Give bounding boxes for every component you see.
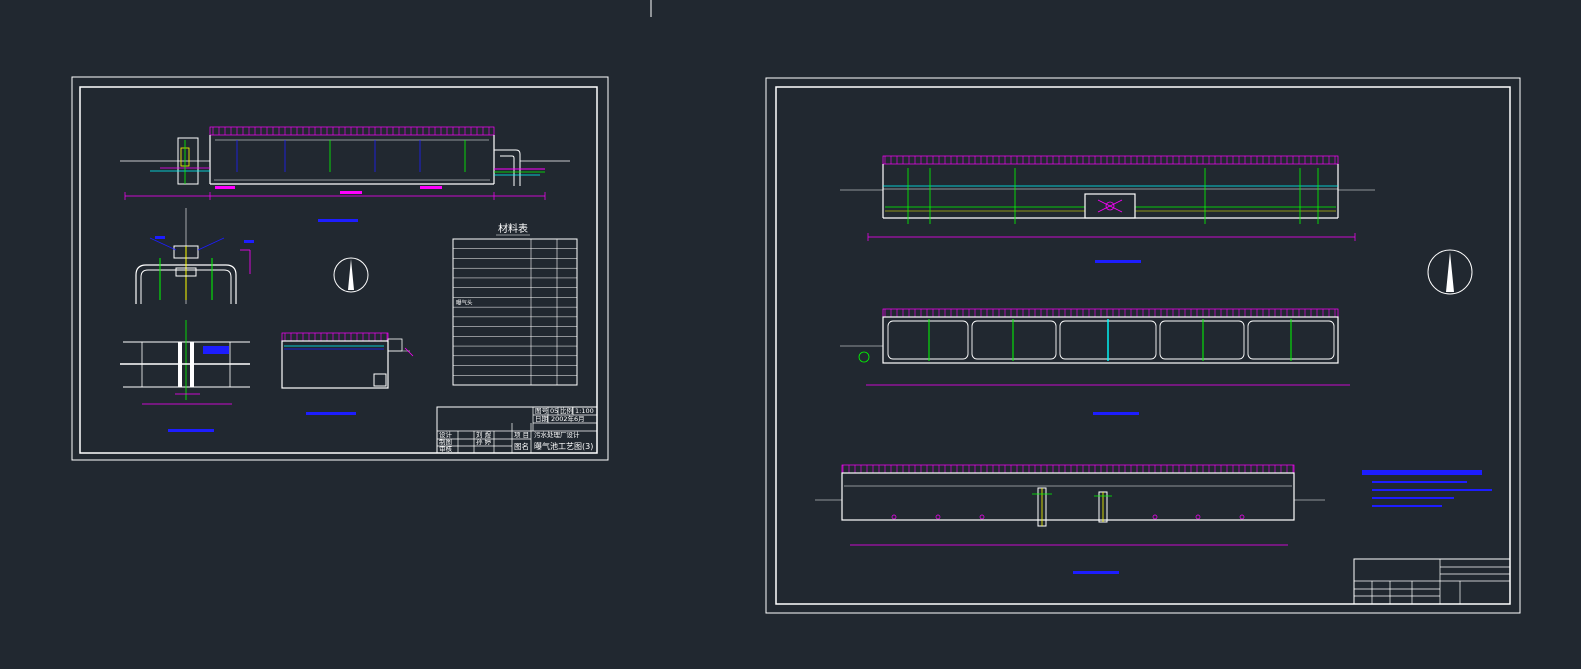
material-table[interactable]: 材料表 曝气头 [452,222,578,386]
tb-drawing-no: 05 [550,407,558,415]
material-table-rows: 曝气头 [453,239,577,385]
tb-drawing-no-label: 图号 [535,407,549,415]
title-block-right [1353,558,1511,605]
cad-model-space: 材料表 曝气头 图号 05 比例 1:100 日期 2002年6月 设计 刘 煜… [71,0,1521,614]
tb-drawing-name-label: 图名 [514,441,529,451]
detail-view-diffuser [135,208,254,304]
section-view-3 [815,464,1325,574]
tb-drawer: 孙 婷 [476,437,492,446]
north-arrow-right [1427,249,1473,295]
north-arrow-left [333,257,369,293]
sheet-right[interactable] [765,77,1521,614]
cad-drawing-canvas: 材料表 曝气头 图号 05 比例 1:100 日期 2002年6月 设计 刘 煜… [0,0,1581,665]
section-view-1 [840,155,1375,263]
tb-scale: 1:100 [575,407,594,415]
notes-block [1362,470,1492,507]
plan-view-detail [120,320,250,432]
tb-scale-label: 比例 [560,406,573,415]
sheet-right-inner-border [775,86,1511,605]
sheet-left[interactable]: 材料表 曝气头 图号 05 比例 1:100 日期 2002年6月 设计 刘 煜… [71,76,609,461]
tb-project: 污水处理厂设计 [534,430,580,439]
title-block-left[interactable]: 图号 05 比例 1:100 日期 2002年6月 设计 刘 煜 项 目 污水处… [436,406,598,454]
tb-project-label: 项 目 [514,431,529,439]
material-table-row-name: 曝气头 [456,299,473,307]
tb-date-label: 日期 [535,415,549,423]
section-view-2 [840,308,1350,415]
tb-check-label: 审核 [439,444,453,453]
section-view-top-left [120,126,570,222]
section-view-small [281,332,414,415]
tb-drawing-name: 曝气池工艺图(3) [534,441,593,451]
material-table-title: 材料表 [498,222,528,235]
tb-date: 2002年6月 [551,414,585,423]
